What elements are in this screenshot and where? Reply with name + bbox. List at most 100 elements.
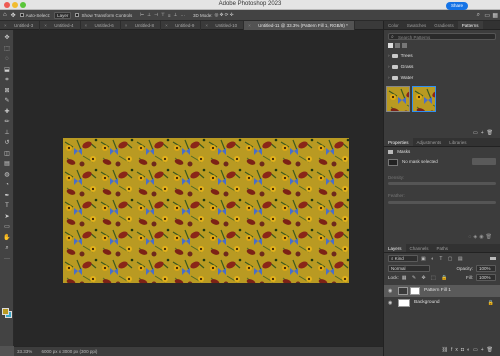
chevron-right-icon[interactable]: › (388, 54, 390, 59)
frame-icon[interactable]: ⊠ (3, 87, 11, 95)
close-tab-icon[interactable]: × (125, 21, 128, 30)
lasso-icon[interactable]: ◌ (3, 55, 11, 63)
close-tab-icon[interactable]: × (165, 21, 168, 30)
eyedropper-icon[interactable]: ✎ (3, 97, 11, 105)
tab-color[interactable]: Color (384, 21, 403, 29)
document-tab[interactable]: × Untitled-9 (161, 21, 202, 30)
layer-name[interactable]: Pattern Fill 1 (424, 285, 451, 297)
tab-properties[interactable]: Properties (384, 138, 413, 146)
layout-icon[interactable]: ▦ (492, 12, 498, 19)
move-tool-icon[interactable]: ✥ (11, 12, 16, 19)
crop-icon[interactable]: ⌗ (3, 76, 11, 84)
tab-gradients[interactable]: Gradients (430, 21, 458, 29)
close-tab-icon[interactable]: × (205, 21, 208, 30)
object-select-icon[interactable]: ⬓ (3, 66, 11, 74)
pattern-folder[interactable]: › Trees (384, 51, 500, 62)
tab-patterns[interactable]: Patterns (457, 21, 483, 29)
tab-paths[interactable]: Paths (433, 244, 453, 252)
eraser-icon[interactable]: ◫ (3, 150, 11, 158)
pattern-thumbnail[interactable] (386, 86, 410, 112)
trash-icon[interactable]: 🗑 (487, 347, 496, 353)
filter-icons[interactable]: ▣ ◐ T ▢ ▤ (421, 256, 465, 262)
link-icon[interactable]: ⛓ (442, 347, 451, 353)
tab-channels[interactable]: Channels (406, 244, 433, 252)
layer-row[interactable]: ◉ Background 🔒 (384, 297, 500, 309)
new-group-icon[interactable]: ▭ (473, 130, 481, 136)
align-middle-icon[interactable]: ≡ (168, 13, 171, 18)
tab-layers[interactable]: Layers (384, 244, 406, 252)
feather-slider[interactable] (388, 201, 496, 204)
3d-icons[interactable]: ◎ ✥ ⟳ ✣ (214, 12, 233, 18)
blur-icon[interactable]: ◍ (3, 171, 11, 179)
layer-name[interactable]: Background (414, 297, 440, 309)
more-options-icon[interactable]: ··· (180, 13, 185, 18)
pattern-search-box[interactable]: ⌕ Search Patterns (388, 33, 496, 40)
path-select-icon[interactable]: ➤ (3, 213, 11, 221)
lock-icon[interactable]: 🔒 (488, 297, 494, 309)
pen-icon[interactable]: ✒ (3, 192, 11, 200)
lock-icons[interactable]: ▦ ✎ ✥ ⬚ 🔒 (402, 275, 450, 281)
add-mask-button[interactable] (472, 158, 496, 165)
view-list-icon[interactable] (402, 43, 407, 48)
fill-input[interactable]: 100% (476, 274, 496, 281)
auto-select-dropdown[interactable]: Layer (54, 11, 72, 19)
align-left-icon[interactable]: ⊢ (140, 12, 144, 18)
close-tab-icon[interactable]: × (248, 21, 251, 30)
opacity-input[interactable]: 100% (476, 265, 496, 272)
density-slider[interactable] (388, 182, 496, 185)
hand-icon[interactable]: ✋ (3, 234, 11, 242)
workspace-icon[interactable]: ▭ (484, 12, 490, 19)
auto-select-toggle[interactable]: Auto-Select: (19, 13, 50, 18)
fx-icon[interactable]: fx (451, 347, 461, 353)
canvas-area[interactable] (14, 30, 383, 346)
tab-adjustments[interactable]: Adjustments (413, 138, 446, 146)
close-tab-icon[interactable]: × (85, 21, 88, 30)
marquee-icon[interactable]: ⬚ (3, 45, 11, 53)
filter-toggle[interactable] (490, 257, 496, 260)
align-bottom-icon[interactable]: ⊥ (174, 12, 178, 18)
group-icon[interactable]: ▭ (473, 347, 481, 353)
transform-controls-toggle[interactable]: Show Transform Controls (75, 13, 132, 18)
dodge-icon[interactable]: ◔ (3, 181, 11, 189)
close-tab-icon[interactable]: × (44, 21, 47, 30)
document-tab[interactable]: × Untitled-10 (201, 21, 245, 30)
chevron-right-icon[interactable]: › (388, 65, 390, 70)
close-tab-icon[interactable]: × (4, 21, 7, 30)
foreground-color-swatch[interactable] (2, 308, 9, 315)
view-small-icon[interactable] (388, 43, 393, 48)
document-canvas[interactable] (63, 138, 349, 283)
more-icon[interactable]: ··· (3, 255, 11, 263)
stamp-icon[interactable]: ⊥ (3, 129, 11, 137)
align-right-icon[interactable]: ⊣ (154, 12, 158, 18)
delete-mask-icon[interactable]: 🗑 (486, 234, 494, 240)
brush-icon[interactable]: ✏ (3, 118, 11, 126)
visibility-eye-icon[interactable]: ◉ (388, 297, 392, 309)
view-large-icon[interactable] (395, 43, 400, 48)
document-tab[interactable]: × Untitled-6 (81, 21, 121, 30)
pattern-search-input[interactable]: Search Patterns (398, 35, 430, 40)
healing-icon[interactable]: ✚ (3, 108, 11, 116)
tab-swatches[interactable]: Swatches (403, 21, 431, 29)
mask-thumbnail[interactable] (388, 159, 398, 166)
chevron-right-icon[interactable]: › (388, 76, 390, 81)
align-center-icon[interactable]: ⊥ (147, 12, 151, 18)
document-tab[interactable]: × Untitled-3 (0, 21, 41, 30)
zoom-icon[interactable]: ⌕ (3, 244, 11, 252)
auto-select-checkbox[interactable] (19, 13, 24, 17)
trash-icon[interactable]: 🗑 (487, 130, 496, 136)
share-button[interactable]: Share (446, 1, 468, 10)
shape-icon[interactable]: ▭ (3, 223, 11, 231)
pattern-folder[interactable]: › Grass (384, 62, 500, 73)
home-icon[interactable]: ⌂ (3, 12, 7, 18)
move-icon[interactable]: ✥ (3, 34, 11, 42)
document-tab[interactable]: × Untitled-11 @ 33.3% (Pattern Fill 1, RG… (244, 21, 355, 30)
align-top-icon[interactable]: ⊤ (161, 12, 165, 18)
search-icon[interactable]: ⌕ (477, 12, 480, 19)
layer-kind-filter[interactable]: ⌕ Kind (388, 255, 418, 262)
zoom-level[interactable]: 33.33% (17, 349, 32, 354)
layer-row[interactable]: ◉ Pattern Fill 1 (384, 285, 500, 297)
blend-mode-select[interactable]: Normal (388, 265, 430, 272)
visibility-eye-icon[interactable]: ◉ (388, 285, 392, 297)
transform-checkbox[interactable] (75, 13, 80, 17)
document-tab[interactable]: × Untitled-4 (40, 21, 81, 30)
